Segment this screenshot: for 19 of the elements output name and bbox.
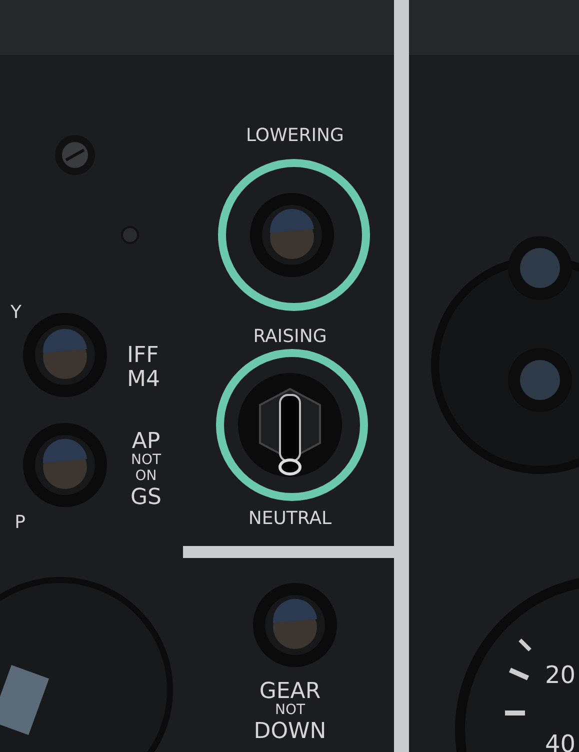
control-label: RAISING [253, 326, 327, 347]
control-label: GS [130, 485, 162, 510]
screw-icon [55, 135, 95, 175]
control-label: DOWN [254, 719, 326, 744]
control-label: NEUTRAL [248, 508, 332, 529]
toggle-switch[interactable] [238, 373, 342, 477]
screw-icon [121, 226, 139, 244]
panel-label: P [14, 512, 26, 533]
control-label: ON [135, 468, 157, 484]
gauge-scale-label: 20 [545, 661, 576, 689]
control-label: M4 [127, 367, 160, 392]
control-label: IFF [127, 343, 159, 368]
control-label: NOT [274, 702, 306, 718]
gauge-scale-label: 40 [545, 730, 576, 752]
control-label: GEAR [259, 679, 321, 704]
control-label: LOWERING [246, 125, 344, 146]
control-label: AP [132, 429, 160, 454]
panel-label: Y [10, 302, 22, 323]
control-label: NOT [130, 452, 162, 468]
